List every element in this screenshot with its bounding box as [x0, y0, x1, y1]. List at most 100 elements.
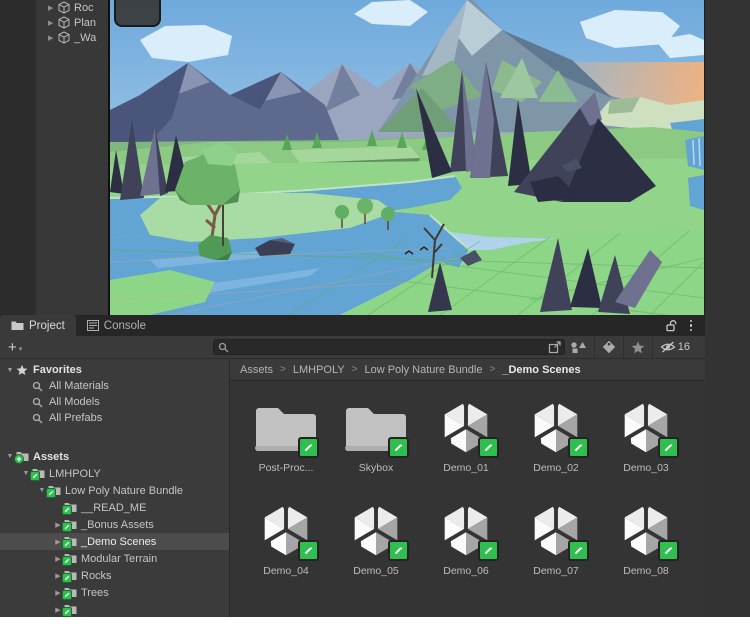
hierarchy-row-label: Plan: [74, 16, 97, 29]
tree-row-label: _Demo Scenes: [81, 535, 157, 548]
console-icon: [86, 320, 99, 331]
vc-edited-badge: [388, 437, 409, 458]
hierarchy-row[interactable]: ▶ Roc: [36, 0, 108, 15]
tree-row-label: Low Poly Nature Bundle: [65, 484, 184, 497]
vc-edited-badge: [62, 607, 72, 617]
project-toolbar: + ▾ 16: [0, 336, 705, 359]
expander-arrow[interactable]: ▶: [48, 4, 58, 12]
tree-row--demo-scenes[interactable]: ▶ _Demo Scenes: [0, 533, 229, 550]
vc-edited-badge: [62, 573, 72, 583]
asset-folder-item[interactable]: Post-Proc...: [244, 395, 328, 474]
expander-arrow[interactable]: ▼: [4, 367, 16, 374]
tree-row-low-poly-nature-bundle[interactable]: ▼ Low Poly Nature Bundle: [0, 482, 229, 499]
tree-row-rocks[interactable]: ▶ Rocks: [0, 567, 229, 584]
chevron-down-icon: ▾: [18, 345, 23, 353]
scene-view[interactable]: [110, 0, 704, 315]
unlock-icon[interactable]: [665, 319, 677, 332]
asset-label: Demo_01: [443, 462, 489, 474]
asset-scene-item[interactable]: Demo_05: [334, 498, 418, 577]
vc-edited-badge: [478, 437, 499, 458]
search-input[interactable]: [229, 340, 548, 354]
tab-project[interactable]: Project: [0, 315, 76, 336]
search-field[interactable]: [213, 339, 565, 355]
vc-edited-badge: [62, 590, 72, 600]
hierarchy-row[interactable]: ▶ _Wa: [36, 30, 108, 45]
expander-arrow[interactable]: ▶: [48, 34, 58, 42]
folder-icon: [62, 604, 80, 617]
tree-row-label: All Prefabs: [49, 412, 103, 424]
gameobject-cube-icon: [58, 31, 71, 44]
hierarchy-row-label: _Wa: [74, 31, 97, 44]
tree-row-label: __READ_ME: [81, 501, 147, 514]
tree-row-assets[interactable]: ▼ Assets: [0, 448, 229, 465]
unity-scene-icon: [614, 498, 679, 562]
tree-row-label: Favorites: [33, 364, 82, 376]
tree-row-saved-search[interactable]: All Prefabs: [0, 410, 229, 426]
search-icon: [32, 381, 48, 392]
tree-row--read-me[interactable]: __READ_ME: [0, 499, 229, 516]
expander-arrow[interactable]: ▶: [48, 19, 58, 27]
page-background: [0, 617, 750, 630]
tree-row-modular-terrain[interactable]: ▶ Modular Terrain: [0, 550, 229, 567]
gameobject-cube-icon: [58, 16, 71, 29]
asset-scene-item[interactable]: Demo_07: [514, 498, 598, 577]
asset-scene-item[interactable]: Demo_08: [604, 498, 688, 577]
view-tool-button[interactable]: [114, 0, 161, 27]
shapes-icon: [571, 341, 586, 353]
breadcrumb-segment[interactable]: _Demo Scenes: [502, 364, 580, 376]
folder-icon: [62, 570, 80, 583]
asset-scene-item[interactable]: Demo_06: [424, 498, 508, 577]
search-by-label-button[interactable]: [593, 336, 623, 358]
asset-browser: Assets > LMHPOLY > Low Poly Nature Bundle > _D…: [230, 359, 705, 617]
hierarchy-panel: ▶ Roc ▶ Plan ▶ _Wa: [36, 0, 108, 315]
panel-menu-icon[interactable]: [689, 319, 692, 332]
asset-label: Demo_02: [533, 462, 579, 474]
tree-section-gap: [0, 426, 229, 448]
asset-label: Demo_08: [623, 565, 669, 577]
vc-edited-badge: [62, 522, 72, 532]
breadcrumb-segment[interactable]: Low Poly Nature Bundle: [364, 364, 482, 376]
asset-label: Skybox: [358, 462, 394, 474]
asset-label: Demo_07: [533, 565, 579, 577]
tree-row-label: _Bonus Assets: [81, 518, 154, 531]
open-search-window-icon[interactable]: [548, 340, 562, 354]
asset-label: Demo_06: [443, 565, 489, 577]
asset-folder-item[interactable]: Skybox: [334, 395, 418, 474]
unity-scene-icon: [434, 498, 499, 562]
search-icon: [32, 397, 48, 408]
partially-visible-row[interactable]: ▶: [0, 601, 229, 617]
hierarchy-row[interactable]: ▶ Plan: [36, 15, 108, 30]
breadcrumb-segment[interactable]: LMHPOLY: [293, 364, 345, 376]
tree-row-label: All Models: [49, 396, 100, 408]
asset-scene-item[interactable]: Demo_03: [604, 395, 688, 474]
asset-scene-item[interactable]: Demo_01: [424, 395, 508, 474]
folder-icon: [344, 395, 409, 459]
breadcrumb-segment[interactable]: Assets: [240, 364, 273, 376]
vc-edited-badge: [568, 540, 589, 561]
tree-row-lmhpoly[interactable]: ▼ LMHPOLY: [0, 465, 229, 482]
tree-row--bonus-assets[interactable]: ▶ _Bonus Assets: [0, 516, 229, 533]
unity-scene-icon: [254, 498, 319, 562]
vc-edited-badge: [298, 437, 319, 458]
asset-grid: Post-Proc... Skybox Demo_01 Demo_02 Demo_03 D…: [244, 395, 699, 577]
tab-console[interactable]: Console: [76, 315, 157, 336]
favorites-filter-button[interactable]: [622, 336, 652, 358]
hierarchy-row-label: Roc: [74, 1, 94, 14]
asset-scene-item[interactable]: Demo_04: [244, 498, 328, 577]
tree-row-favorites[interactable]: ▼ Favorites: [0, 362, 229, 378]
breadcrumb-separator: >: [351, 364, 358, 375]
create-asset-button[interactable]: + ▾: [8, 340, 22, 355]
tree-row-label: Trees: [81, 586, 109, 599]
asset-scene-item[interactable]: Demo_02: [514, 395, 598, 474]
search-by-type-button[interactable]: [563, 336, 594, 358]
tree-row-trees[interactable]: ▶ Trees: [0, 584, 229, 601]
tree-row-label: All Materials: [49, 380, 109, 392]
vc-edited-badge: [658, 540, 679, 561]
tree-row-saved-search[interactable]: All Materials: [0, 378, 229, 394]
editor-area: ▶ Roc ▶ Plan ▶ _Wa Project Console + ▾ 1…: [0, 0, 750, 617]
folder-icon: [62, 536, 80, 549]
unity-scene-icon: [524, 395, 589, 459]
tree-row-saved-search[interactable]: All Models: [0, 394, 229, 410]
hidden-items-button[interactable]: 16: [651, 336, 697, 358]
gameobject-cube-icon: [58, 1, 71, 14]
